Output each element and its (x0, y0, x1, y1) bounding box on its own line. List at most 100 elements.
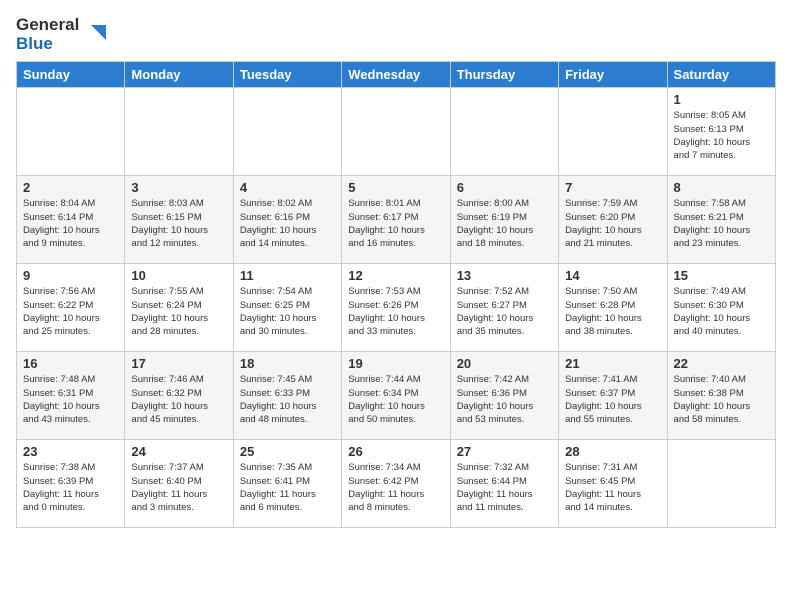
day-info: Sunrise: 7:44 AM Sunset: 6:34 PM Dayligh… (348, 373, 443, 426)
day-cell: 16 Sunrise: 7:48 AM Sunset: 6:31 PM Dayli… (17, 352, 125, 440)
day-info: Sunrise: 7:48 AM Sunset: 6:31 PM Dayligh… (23, 373, 118, 426)
day-info: Sunrise: 7:31 AM Sunset: 6:45 PM Dayligh… (565, 461, 660, 514)
day-cell: 11 Sunrise: 7:54 AM Sunset: 6:25 PM Dayli… (233, 264, 341, 352)
day-cell: 2 Sunrise: 8:04 AM Sunset: 6:14 PM Daylig… (17, 176, 125, 264)
day-number: 15 (674, 268, 769, 283)
day-number: 11 (240, 268, 335, 283)
day-number: 2 (23, 180, 118, 195)
day-number: 20 (457, 356, 552, 371)
day-cell: 23 Sunrise: 7:38 AM Sunset: 6:39 PM Dayli… (17, 440, 125, 528)
day-info: Sunrise: 7:41 AM Sunset: 6:37 PM Dayligh… (565, 373, 660, 426)
day-number: 16 (23, 356, 118, 371)
day-cell: 15Sunrise: 7:49 AM Sunset: 6:30 PM Dayli… (667, 264, 775, 352)
day-info: Sunrise: 7:37 AM Sunset: 6:40 PM Dayligh… (131, 461, 226, 514)
day-info: Sunrise: 7:53 AM Sunset: 6:26 PM Dayligh… (348, 285, 443, 338)
header-wednesday: Wednesday (342, 62, 450, 88)
day-cell: 12Sunrise: 7:53 AM Sunset: 6:26 PM Dayli… (342, 264, 450, 352)
day-info: Sunrise: 7:56 AM Sunset: 6:22 PM Dayligh… (23, 285, 118, 338)
day-cell: 14 Sunrise: 7:50 AM Sunset: 6:28 PM Dayli… (559, 264, 667, 352)
day-number: 17 (131, 356, 226, 371)
day-info: Sunrise: 7:32 AM Sunset: 6:44 PM Dayligh… (457, 461, 552, 514)
day-cell: 28 Sunrise: 7:31 AM Sunset: 6:45 PM Dayli… (559, 440, 667, 528)
day-info: Sunrise: 7:42 AM Sunset: 6:36 PM Dayligh… (457, 373, 552, 426)
day-cell: 27 Sunrise: 7:32 AM Sunset: 6:44 PM Dayli… (450, 440, 558, 528)
day-cell: 22 Sunrise: 7:40 AM Sunset: 6:38 PM Dayli… (667, 352, 775, 440)
day-info: Sunrise: 8:02 AM Sunset: 6:16 PM Dayligh… (240, 197, 335, 250)
logo-blue: Blue (16, 35, 79, 54)
day-cell: 25Sunrise: 7:35 AM Sunset: 6:41 PM Dayli… (233, 440, 341, 528)
header-thursday: Thursday (450, 62, 558, 88)
day-cell: 20 Sunrise: 7:42 AM Sunset: 6:36 PM Dayli… (450, 352, 558, 440)
header-row: SundayMondayTuesdayWednesdayThursdayFrid… (17, 62, 776, 88)
day-number: 22 (674, 356, 769, 371)
day-cell (450, 88, 558, 176)
day-cell: 19 Sunrise: 7:44 AM Sunset: 6:34 PM Dayli… (342, 352, 450, 440)
day-cell (342, 88, 450, 176)
day-info: Sunrise: 7:50 AM Sunset: 6:28 PM Dayligh… (565, 285, 660, 338)
calendar-table: SundayMondayTuesdayWednesdayThursdayFrid… (16, 61, 776, 528)
week-row-2: 9 Sunrise: 7:56 AM Sunset: 6:22 PM Daylig… (17, 264, 776, 352)
header-sunday: Sunday (17, 62, 125, 88)
day-cell: 21 Sunrise: 7:41 AM Sunset: 6:37 PM Dayli… (559, 352, 667, 440)
day-info: Sunrise: 7:46 AM Sunset: 6:32 PM Dayligh… (131, 373, 226, 426)
day-cell: 13 Sunrise: 7:52 AM Sunset: 6:27 PM Dayli… (450, 264, 558, 352)
day-number: 8 (674, 180, 769, 195)
day-number: 9 (23, 268, 118, 283)
day-cell (233, 88, 341, 176)
header-saturday: Saturday (667, 62, 775, 88)
day-info: Sunrise: 8:01 AM Sunset: 6:17 PM Dayligh… (348, 197, 443, 250)
header-monday: Monday (125, 62, 233, 88)
day-number: 24 (131, 444, 226, 459)
day-info: Sunrise: 7:35 AM Sunset: 6:41 PM Dayligh… (240, 461, 335, 514)
day-number: 27 (457, 444, 552, 459)
day-info: Sunrise: 7:38 AM Sunset: 6:39 PM Dayligh… (23, 461, 118, 514)
day-cell (667, 440, 775, 528)
day-number: 28 (565, 444, 660, 459)
week-row-0: 1 Sunrise: 8:05 AM Sunset: 6:13 PM Daylig… (17, 88, 776, 176)
day-cell: 26 Sunrise: 7:34 AM Sunset: 6:42 PM Dayli… (342, 440, 450, 528)
week-row-3: 16 Sunrise: 7:48 AM Sunset: 6:31 PM Dayli… (17, 352, 776, 440)
day-number: 7 (565, 180, 660, 195)
day-number: 5 (348, 180, 443, 195)
week-row-4: 23 Sunrise: 7:38 AM Sunset: 6:39 PM Dayli… (17, 440, 776, 528)
day-info: Sunrise: 7:58 AM Sunset: 6:21 PM Dayligh… (674, 197, 769, 250)
day-cell: 5 Sunrise: 8:01 AM Sunset: 6:17 PM Daylig… (342, 176, 450, 264)
day-info: Sunrise: 8:04 AM Sunset: 6:14 PM Dayligh… (23, 197, 118, 250)
day-number: 3 (131, 180, 226, 195)
day-number: 19 (348, 356, 443, 371)
day-cell: 18Sunrise: 7:45 AM Sunset: 6:33 PM Dayli… (233, 352, 341, 440)
day-number: 21 (565, 356, 660, 371)
day-cell: 24 Sunrise: 7:37 AM Sunset: 6:40 PM Dayli… (125, 440, 233, 528)
day-info: Sunrise: 7:52 AM Sunset: 6:27 PM Dayligh… (457, 285, 552, 338)
day-number: 6 (457, 180, 552, 195)
day-number: 1 (674, 92, 769, 107)
day-cell: 1 Sunrise: 8:05 AM Sunset: 6:13 PM Daylig… (667, 88, 775, 176)
day-info: Sunrise: 7:55 AM Sunset: 6:24 PM Dayligh… (131, 285, 226, 338)
day-cell: 10 Sunrise: 7:55 AM Sunset: 6:24 PM Dayli… (125, 264, 233, 352)
day-number: 4 (240, 180, 335, 195)
day-cell: 4 Sunrise: 8:02 AM Sunset: 6:16 PM Daylig… (233, 176, 341, 264)
day-info: Sunrise: 8:03 AM Sunset: 6:15 PM Dayligh… (131, 197, 226, 250)
day-cell (17, 88, 125, 176)
day-number: 18 (240, 356, 335, 371)
day-info: Sunrise: 7:59 AM Sunset: 6:20 PM Dayligh… (565, 197, 660, 250)
logo-icon (81, 20, 111, 50)
day-number: 14 (565, 268, 660, 283)
day-number: 10 (131, 268, 226, 283)
day-cell: 6 Sunrise: 8:00 AM Sunset: 6:19 PM Daylig… (450, 176, 558, 264)
day-info: Sunrise: 7:54 AM Sunset: 6:25 PM Dayligh… (240, 285, 335, 338)
day-cell: 9 Sunrise: 7:56 AM Sunset: 6:22 PM Daylig… (17, 264, 125, 352)
day-cell (125, 88, 233, 176)
day-info: Sunrise: 8:05 AM Sunset: 6:13 PM Dayligh… (674, 109, 769, 162)
day-number: 13 (457, 268, 552, 283)
day-info: Sunrise: 7:40 AM Sunset: 6:38 PM Dayligh… (674, 373, 769, 426)
day-cell (559, 88, 667, 176)
day-number: 26 (348, 444, 443, 459)
day-cell: 7 Sunrise: 7:59 AM Sunset: 6:20 PM Daylig… (559, 176, 667, 264)
day-info: Sunrise: 8:00 AM Sunset: 6:19 PM Dayligh… (457, 197, 552, 250)
day-info: Sunrise: 7:34 AM Sunset: 6:42 PM Dayligh… (348, 461, 443, 514)
page-header: General Blue (16, 16, 776, 53)
day-number: 23 (23, 444, 118, 459)
day-cell: 17 Sunrise: 7:46 AM Sunset: 6:32 PM Dayli… (125, 352, 233, 440)
logo: General Blue (16, 16, 111, 53)
